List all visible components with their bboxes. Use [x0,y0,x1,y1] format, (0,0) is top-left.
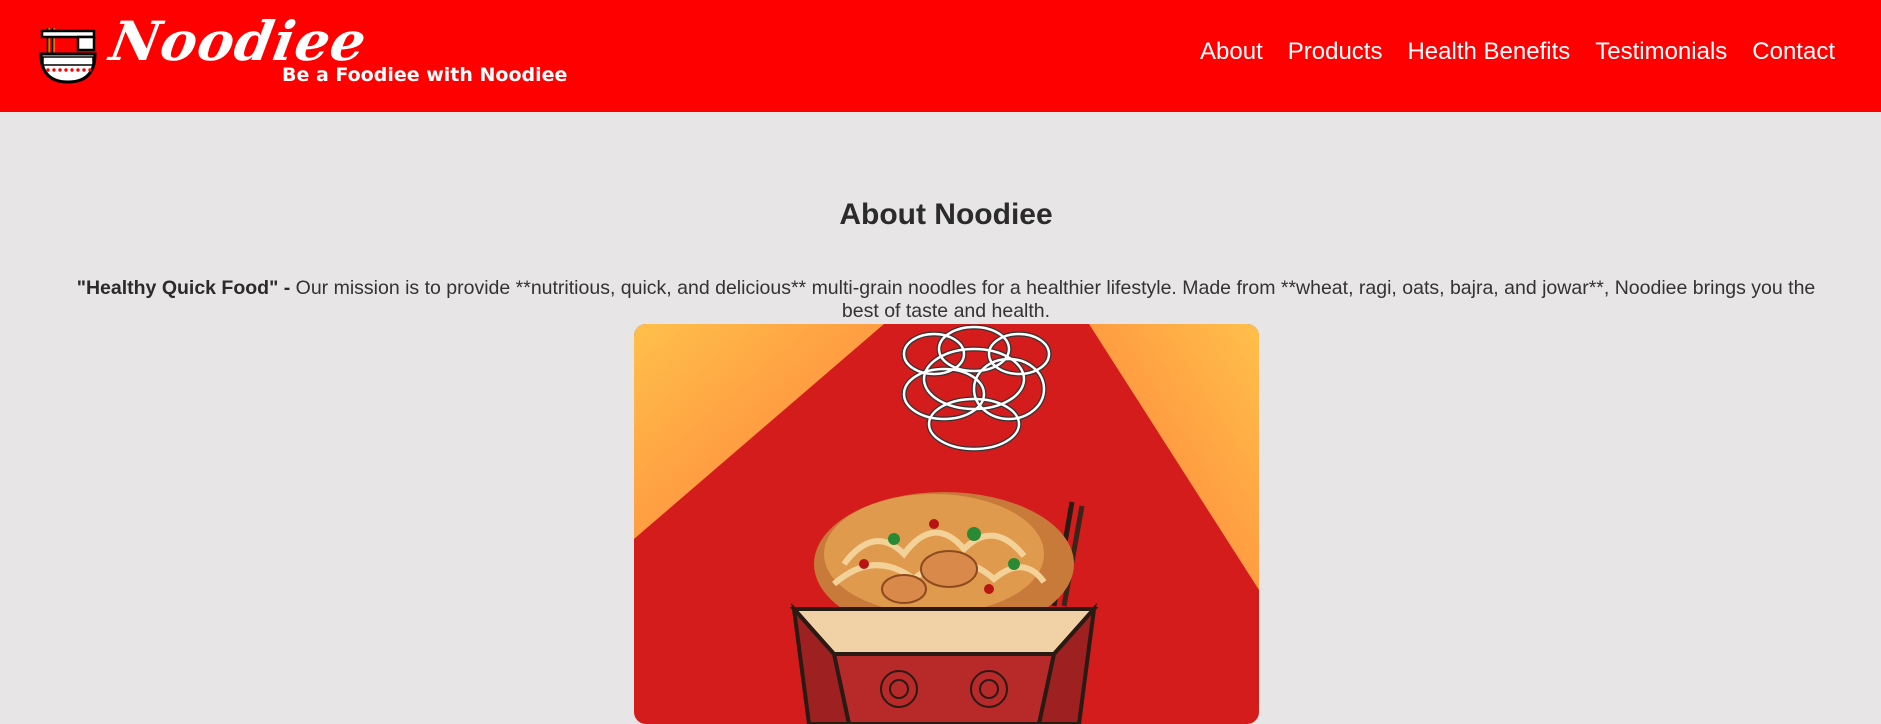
about-body: Our mission is to provide **nutritious, … [290,276,1816,322]
nav-link-health-benefits[interactable]: Health Benefits [1407,40,1570,64]
about-description: "Healthy Quick Food" - Our mission is to… [64,277,1828,323]
logo[interactable] [38,24,100,86]
brand-name[interactable]: Noodiee [105,9,372,73]
nav-link-products[interactable]: Products [1288,40,1383,64]
about-lead: "Healthy Quick Food" - [76,276,291,299]
nav-link-contact[interactable]: Contact [1752,40,1835,64]
top-navbar: Noodiee Be a Foodiee with Noodiee About … [0,0,1881,112]
noodle-bowl-icon [39,28,97,84]
noodle-bowl-illustration [634,324,1259,724]
nav-link-about[interactable]: About [1200,40,1263,64]
main-nav: About Products Health Benefits Testimoni… [1200,40,1835,64]
nav-link-testimonials[interactable]: Testimonials [1595,40,1727,64]
about-heading: About Noodiee [839,198,1053,231]
brand-tagline: Be a Foodiee with Noodiee [282,64,568,86]
